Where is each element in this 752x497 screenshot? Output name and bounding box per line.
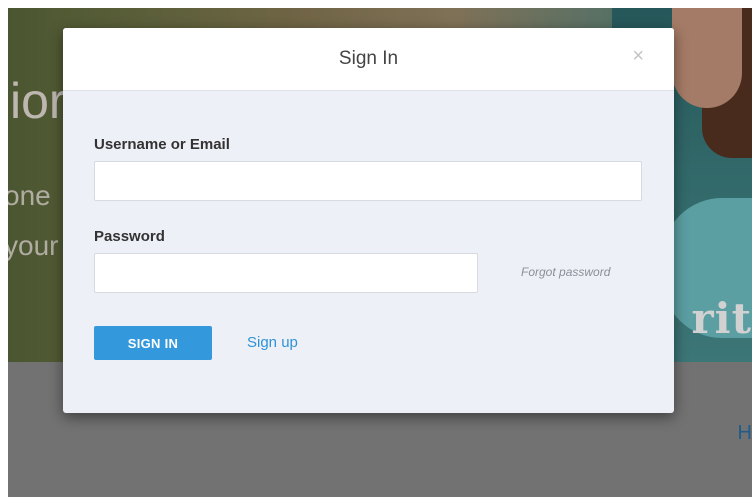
username-label: Username or Email bbox=[94, 136, 230, 153]
dialog-header: Sign In × bbox=[63, 28, 674, 91]
sign-in-button[interactable]: SIGN IN bbox=[94, 326, 212, 360]
password-input[interactable] bbox=[94, 253, 478, 293]
username-input[interactable] bbox=[94, 161, 642, 201]
close-icon[interactable]: × bbox=[632, 46, 644, 66]
sign-in-dialog: Sign In × Username or Email Password For… bbox=[63, 28, 674, 413]
forgot-password-link[interactable]: Forgot password bbox=[521, 265, 610, 279]
password-label: Password bbox=[94, 228, 165, 245]
dialog-title: Sign In bbox=[338, 48, 399, 69]
sign-up-link[interactable]: Sign up bbox=[247, 334, 298, 351]
